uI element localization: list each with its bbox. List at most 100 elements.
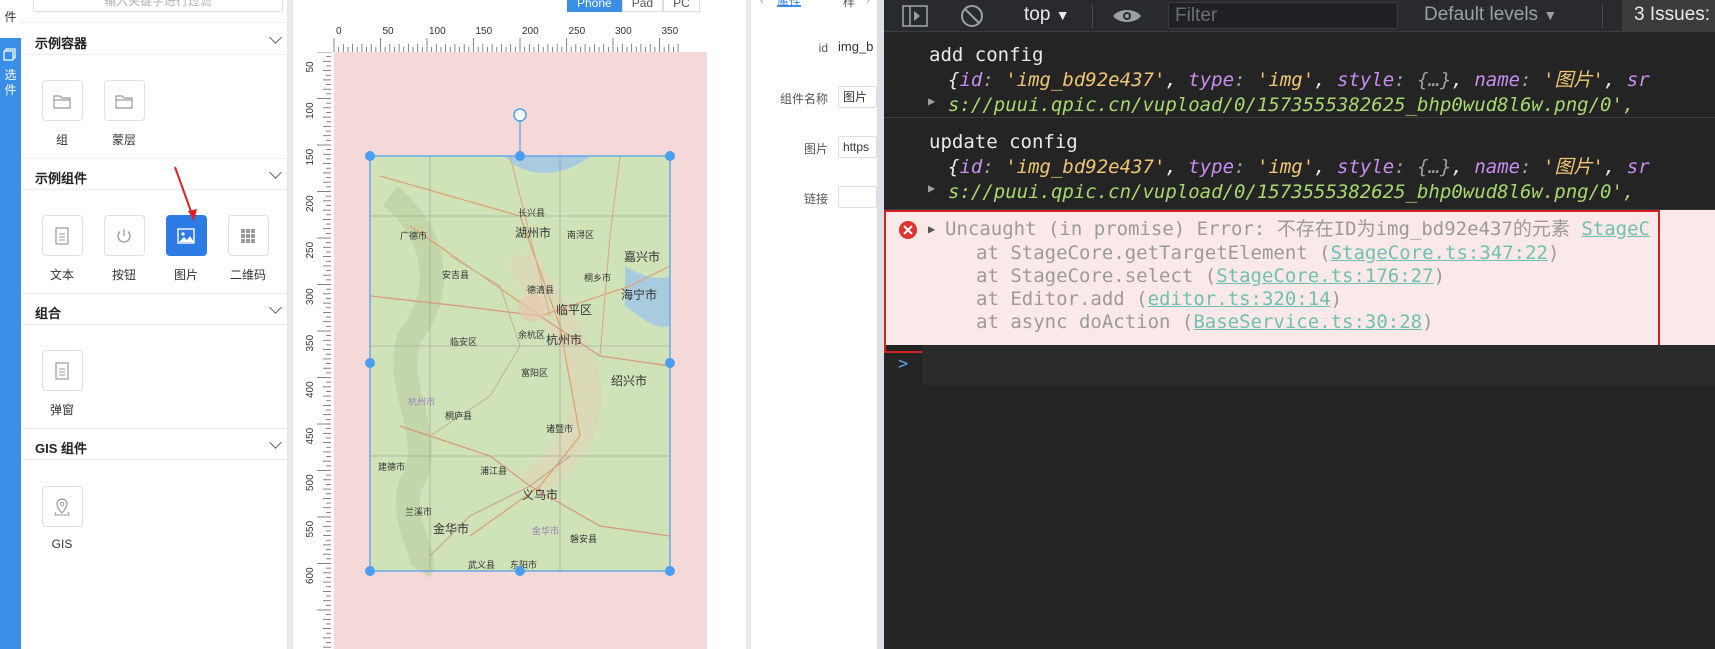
component-item-mask[interactable]: 蒙层	[94, 80, 154, 148]
issues-button[interactable]: 3 Issues:	[1622, 0, 1715, 32]
map-pin-icon	[54, 497, 70, 515]
component-search-input[interactable]: 输入关键字进行过滤	[33, 0, 283, 12]
obj-value: '图片'	[1543, 69, 1604, 91]
ruler-label: 350	[305, 334, 316, 351]
tab-prev-arrow[interactable]: ‹	[760, 0, 764, 7]
devtools-separator[interactable]	[877, 0, 884, 649]
map-label: 桐庐县	[445, 410, 472, 421]
prop-input-image-url[interactable]: https	[838, 136, 877, 158]
tab-next-arrow[interactable]: ›	[866, 0, 870, 7]
map-label: 南浔区	[567, 229, 594, 240]
context-selector[interactable]: top ▼	[1024, 0, 1070, 32]
component-item-box[interactable]	[103, 215, 145, 256]
expand-triangle-icon[interactable]: ▶	[928, 89, 935, 114]
prop-input-link[interactable]	[838, 186, 877, 208]
component-item-dialog[interactable]: 弹窗	[32, 350, 92, 418]
console-input[interactable]: >	[898, 345, 1715, 385]
prop-input-name[interactable]: 图片	[838, 86, 877, 108]
device-tab-phone[interactable]: Phone	[567, 0, 622, 12]
side-nav-strip: 件 选 件	[0, 0, 21, 649]
obj-key: type	[1188, 156, 1235, 178]
chevron-down-icon[interactable]	[269, 31, 282, 44]
component-item-text[interactable]: 文本	[32, 215, 92, 283]
grid-icon	[241, 228, 255, 243]
power-icon	[117, 228, 131, 243]
component-item-gis[interactable]: GIS	[32, 486, 92, 551]
component-item-box[interactable]	[41, 80, 83, 121]
component-item-box[interactable]	[41, 350, 83, 391]
obj-colon: :	[982, 69, 1006, 91]
ruler-label: 250	[569, 26, 586, 37]
annotation-highlight-box	[884, 210, 1660, 353]
obj-key: name	[1474, 156, 1521, 178]
obj-key: style	[1337, 156, 1395, 178]
device-tab-pad[interactable]: Pad	[621, 0, 664, 12]
group-title-combos[interactable]: 组合	[35, 303, 61, 322]
map-label: 安吉县	[442, 269, 469, 280]
map-label: 德清县	[527, 284, 554, 295]
map-label: 兰溪市	[405, 506, 432, 517]
map-label: 海宁市	[621, 287, 657, 302]
log-levels-dropdown[interactable]: Default levels ▼	[1424, 0, 1557, 32]
group-title-gis[interactable]: GIS 组件	[35, 438, 87, 457]
chevron-down-icon[interactable]	[269, 436, 282, 449]
group-title-containers[interactable]: 示例容器	[35, 33, 87, 52]
tab-style[interactable]: 样	[843, 0, 855, 10]
device-tab-pc[interactable]: PC	[663, 0, 700, 12]
console-filter-input[interactable]: Filter	[1168, 2, 1398, 29]
map-label: 绍兴市	[611, 373, 647, 388]
obj-colon: :	[1520, 156, 1543, 178]
map-label: 临平区	[556, 303, 592, 317]
component-item-image[interactable]: 图片	[156, 215, 216, 283]
map-label: 建德市	[378, 461, 405, 472]
ruler-label: 150	[305, 148, 316, 165]
obj-key: type	[1188, 69, 1235, 91]
mobile-stage: 长兴县 湖州市 南浔区 广德市 安吉县 德清县 桐乡市 嘉兴市 海宁市 临平区 临安区 余杭区 杭州市富…	[334, 52, 707, 649]
ruler-label: 50	[383, 26, 395, 37]
eye-icon[interactable]	[1112, 6, 1142, 26]
obj-sep: ,	[1451, 156, 1475, 178]
side-nav-top-label[interactable]: 件	[0, 10, 21, 24]
ruler-label: 300	[305, 288, 316, 305]
sidebar-toggle-icon[interactable]	[902, 4, 928, 28]
group-title-components[interactable]: 示例组件	[35, 168, 87, 187]
map-label: 长兴县	[518, 207, 545, 218]
rotate-handle[interactable]	[513, 108, 527, 122]
obj-key: sr	[1626, 156, 1650, 178]
component-item-group[interactable]: 组	[32, 80, 92, 148]
tab-properties[interactable]: 属性	[777, 0, 802, 9]
map-label: 桐乡市	[584, 272, 611, 283]
layers-icon	[3, 48, 16, 61]
prop-label-image: 图片	[803, 142, 828, 156]
component-item-box[interactable]	[41, 215, 83, 256]
divider	[21, 54, 288, 55]
side-nav-active-tab[interactable]: 选 件	[0, 38, 21, 649]
obj-key: style	[1337, 69, 1395, 91]
map-label: 义乌市	[522, 487, 558, 502]
component-item-label: 组	[55, 133, 68, 147]
chevron-down-icon[interactable]	[269, 166, 282, 179]
console-object-preview[interactable]: {id: 'img_bd92e437', type: 'img', style:…	[948, 155, 1650, 180]
obj-colon: :	[982, 156, 1006, 178]
expand-triangle-icon[interactable]: ▶	[928, 176, 935, 201]
map-image-component[interactable]: 长兴县湖州市 南浔区广德市安吉县德清县桐乡市嘉兴市海宁市临平区临安区余杭区 杭州市富…	[334, 52, 707, 649]
obj-value: 'img'	[1256, 156, 1315, 178]
ruler-label: 150	[476, 26, 493, 37]
component-item-box[interactable]	[41, 486, 83, 527]
obj-colon: :	[1234, 69, 1257, 91]
map-label: 临安区	[450, 336, 477, 347]
component-item-qrcode[interactable]: 二维码	[218, 215, 278, 283]
component-item-box[interactable]	[227, 215, 269, 256]
console-toolbar: top ▼ Filter Default levels ▼ 3 Issues:	[884, 0, 1715, 32]
divider	[21, 293, 288, 294]
clear-console-icon[interactable]	[959, 4, 985, 28]
component-panel: 输入关键字进行过滤 示例容器 组 蒙层 示例组件 文本 按钮 图片 二维码 组合…	[21, 0, 288, 649]
document-icon	[55, 226, 69, 245]
chevron-down-icon[interactable]	[269, 301, 282, 314]
component-item-box[interactable]	[103, 80, 145, 121]
component-item-button[interactable]: 按钮	[94, 215, 154, 283]
map-label: 嘉兴市	[624, 249, 660, 264]
map-label: 杭州市	[408, 396, 435, 407]
console-object-preview[interactable]: {id: 'img_bd92e437', type: 'img', style:…	[948, 68, 1650, 93]
properties-panel: ‹ 属性 样 › id img_b 组件名称 图片 图片 https 链接	[751, 0, 877, 649]
